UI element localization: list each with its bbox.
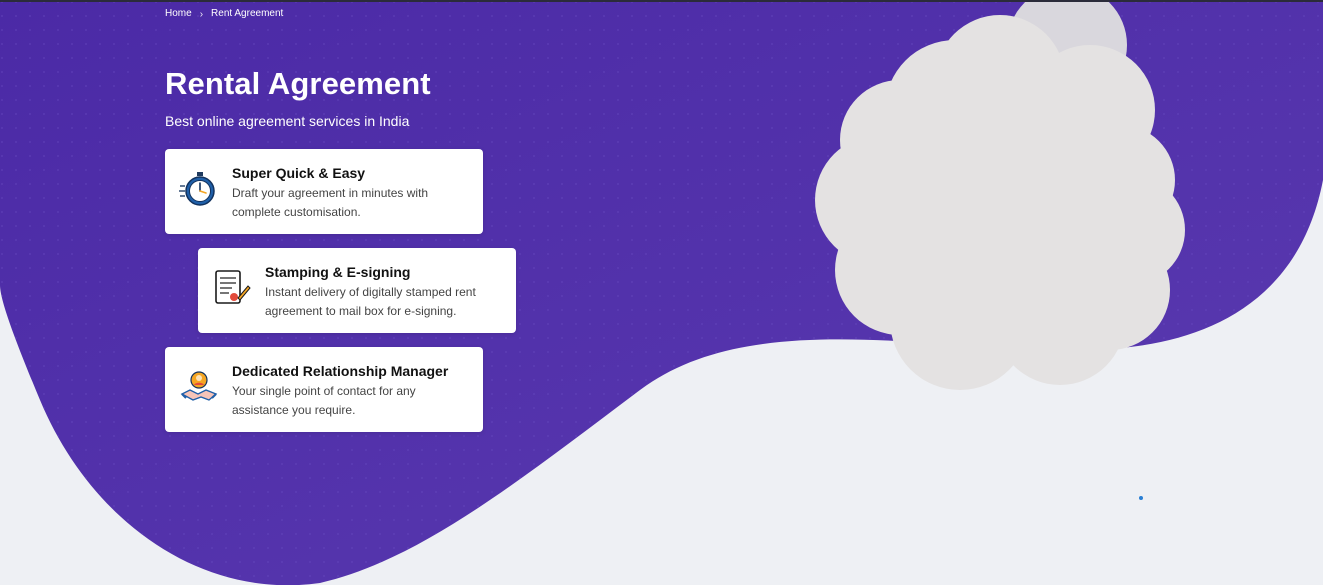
page-subtitle: Best online agreement services in India (165, 113, 410, 129)
top-border (0, 0, 1323, 2)
feature-description: Draft your agreement in minutes with com… (232, 186, 429, 219)
document-sign-icon (212, 268, 252, 308)
feature-title: Dedicated Relationship Manager (232, 363, 449, 379)
stopwatch-icon (179, 169, 219, 209)
breadcrumb: Home › Rent Agreement (165, 7, 283, 20)
chevron-right-icon: › (199, 9, 204, 20)
breadcrumb-current: Rent Agreement (211, 8, 284, 19)
breadcrumb-home-link[interactable]: Home (165, 8, 192, 19)
feature-title: Super Quick & Easy (232, 165, 366, 181)
feature-card-relationship-manager: Dedicated Relationship Manager Your sing… (165, 347, 483, 432)
feature-description: Your single point of contact for any ass… (232, 384, 416, 417)
feature-card-quick-easy: Super Quick & Easy Draft your agreement … (165, 149, 483, 234)
feature-description: Instant delivery of digitally stamped re… (265, 285, 476, 318)
feature-card-stamping-esigning: Stamping & E-signing Instant delivery of… (198, 248, 516, 333)
page-title: Rental Agreement (165, 66, 431, 101)
handshake-person-icon (179, 367, 219, 407)
indicator-dot (1139, 496, 1143, 500)
feature-title: Stamping & E-signing (265, 264, 411, 280)
